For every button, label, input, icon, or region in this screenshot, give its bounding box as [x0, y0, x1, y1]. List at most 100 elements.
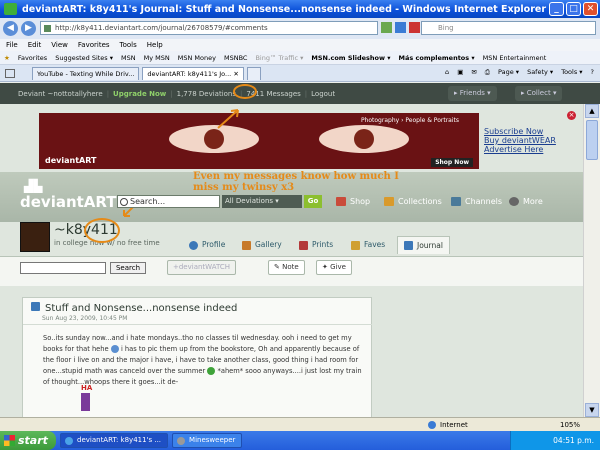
menu-favorites[interactable]: Favorites	[78, 41, 110, 49]
maximize-button[interactable]: □	[566, 2, 581, 16]
shop-link[interactable]: Shop	[336, 195, 370, 208]
more-link[interactable]: More	[509, 195, 543, 208]
da-deviant-link[interactable]: Deviant ~nottotallyhere	[18, 90, 103, 98]
shop-icon	[336, 197, 346, 206]
profile-icon	[189, 240, 198, 250]
fav-msn[interactable]: MSN	[121, 54, 136, 62]
menu-edit[interactable]: Edit	[28, 41, 42, 49]
tab-journal[interactable]: Journal	[397, 236, 450, 254]
close-button[interactable]: ✕	[583, 2, 598, 16]
page-menu[interactable]: Page ▾	[498, 68, 519, 77]
give-button[interactable]: ✦ Give	[316, 260, 352, 275]
menu-file[interactable]: File	[6, 41, 18, 49]
ad-logo: deviantART	[45, 156, 97, 165]
tab-faves[interactable]: Faves	[351, 236, 385, 254]
print-icon[interactable]: ⎙	[485, 68, 490, 77]
help-icon[interactable]: ?	[591, 68, 594, 77]
collect-menu[interactable]: ▸ Collect ▾	[515, 86, 563, 101]
faves-icon	[351, 240, 360, 250]
tab-prints-label: Prints	[312, 240, 334, 249]
fav-msnbc[interactable]: MSNBC	[224, 54, 247, 62]
messages-link[interactable]: Messages	[266, 90, 300, 98]
scroll-up-icon[interactable]: ▲	[585, 104, 599, 118]
da-search-input[interactable]: Search...	[117, 195, 220, 208]
status-bar: Internet 105%	[0, 417, 600, 431]
journal-search-input[interactable]	[20, 262, 106, 274]
fav-mas-complementos[interactable]: Más complementos ▾	[399, 54, 475, 62]
tab-deviantart[interactable]: deviantART: k8y411's Jo... ✕	[142, 66, 244, 80]
friends-label: Friends	[459, 89, 485, 97]
address-bar[interactable]: http://k8y411.deviantart.com/journal/267…	[40, 21, 378, 35]
start-button[interactable]: start	[0, 431, 56, 450]
windows-flag-icon	[4, 435, 15, 446]
deviantwatch-button[interactable]: +deviantWATCH	[167, 260, 236, 275]
zoom-level[interactable]: 105%	[560, 421, 580, 429]
tab-profile-label: Profile	[202, 240, 226, 249]
fav-msnmoney[interactable]: MSN Money	[178, 54, 216, 62]
quick-tabs-icon[interactable]	[5, 68, 15, 78]
da-logo-mark-icon: ▟▙	[24, 179, 43, 193]
search-icon	[120, 198, 128, 206]
tab-profile[interactable]: Profile	[189, 236, 225, 254]
journal-title[interactable]: Stuff and Nonsense...nonsense indeed	[45, 303, 237, 314]
taskbar-item-minesweeper[interactable]: Minesweeper	[172, 433, 243, 448]
minimize-button[interactable]: _	[549, 2, 564, 16]
compat-view-icon[interactable]	[381, 22, 392, 33]
da-logo[interactable]: ▟▙ deviantART	[20, 179, 117, 210]
feeds-icon[interactable]: ▣	[457, 68, 463, 77]
go-button[interactable]: Go	[304, 195, 322, 208]
back-button[interactable]: ◀	[3, 21, 18, 36]
friends-menu[interactable]: ▸ Friends ▾	[448, 86, 497, 101]
tab-faves-label: Faves	[364, 240, 386, 249]
internet-zone-icon	[428, 420, 436, 429]
more-icon	[509, 197, 519, 206]
buy-deviantwear-link[interactable]: Buy deviantWEAR	[484, 136, 556, 145]
tab-gallery[interactable]: Gallery	[242, 236, 282, 254]
menu-view[interactable]: View	[51, 41, 68, 49]
tab-close-icon[interactable]: ✕	[233, 70, 238, 78]
advertise-link[interactable]: Advertise Here	[484, 145, 556, 154]
forward-button[interactable]: ▶	[21, 21, 36, 36]
tab-journal-label: Journal	[417, 240, 443, 250]
logout-link[interactable]: Logout	[311, 90, 335, 98]
tab-prints[interactable]: Prints	[299, 236, 333, 254]
channels-link[interactable]: Channels	[451, 195, 502, 208]
page-scrollbar[interactable]: ▲ ▼	[583, 104, 600, 417]
fav-mymsn[interactable]: My MSN	[144, 54, 170, 62]
deviations-link[interactable]: 1,778 Deviations	[177, 90, 236, 98]
new-tab-button[interactable]	[246, 66, 261, 80]
upgrade-link[interactable]: Upgrade Now	[113, 90, 166, 98]
journal-search-button[interactable]: Search	[110, 262, 146, 274]
scroll-thumb[interactable]	[586, 120, 598, 160]
menu-tools[interactable]: Tools	[120, 41, 137, 49]
fav-msn-slideshow[interactable]: MSN.com Slideshow ▾	[311, 54, 390, 62]
window-title: deviantART: k8y411's Journal: Stuff and …	[22, 3, 547, 15]
ad-shop-button[interactable]: Shop Now	[431, 158, 473, 167]
taskbar-item-deviantart[interactable]: deviantART: k8y411's ...	[60, 433, 169, 448]
fav-suggested[interactable]: Suggested Sites ▾	[55, 54, 113, 62]
tools-menu[interactable]: Tools ▾	[561, 68, 582, 77]
search-input[interactable]: Bing	[421, 21, 596, 35]
mail-icon[interactable]: ✉	[471, 68, 476, 77]
home-icon[interactable]: ⌂	[445, 68, 449, 77]
search-placeholder: Bing	[438, 24, 454, 32]
menu-help[interactable]: Help	[147, 41, 163, 49]
fav-favorites[interactable]: Favorites	[18, 54, 47, 62]
note-label: Note	[282, 263, 299, 271]
tab-youtube[interactable]: YouTube - Texting While Driv...	[32, 66, 140, 80]
clock: 04:51 p.m.	[553, 436, 594, 445]
ad-close-icon[interactable]: ×	[567, 111, 576, 120]
fav-bingtraffic[interactable]: Bing™ Traffic ▾	[255, 54, 303, 62]
safety-menu[interactable]: Safety ▾	[527, 68, 553, 77]
collections-link[interactable]: Collections	[384, 195, 442, 208]
ad-banner[interactable]: Photography › People & Portraits Shop No…	[39, 113, 479, 169]
refresh-icon[interactable]	[395, 22, 406, 33]
fav-msn-entertainment[interactable]: MSN Entertainment	[483, 54, 547, 62]
scroll-down-icon[interactable]: ▼	[585, 403, 599, 417]
journal-body: So..its sunday now...and i hate mondays.…	[43, 333, 365, 388]
avatar[interactable]	[20, 222, 50, 252]
subscribe-link[interactable]: Subscribe Now	[484, 127, 556, 136]
deviations-dropdown[interactable]: All Deviations ▾	[222, 195, 302, 208]
note-button[interactable]: ✎ Note	[268, 260, 305, 275]
stop-icon[interactable]	[409, 22, 420, 33]
